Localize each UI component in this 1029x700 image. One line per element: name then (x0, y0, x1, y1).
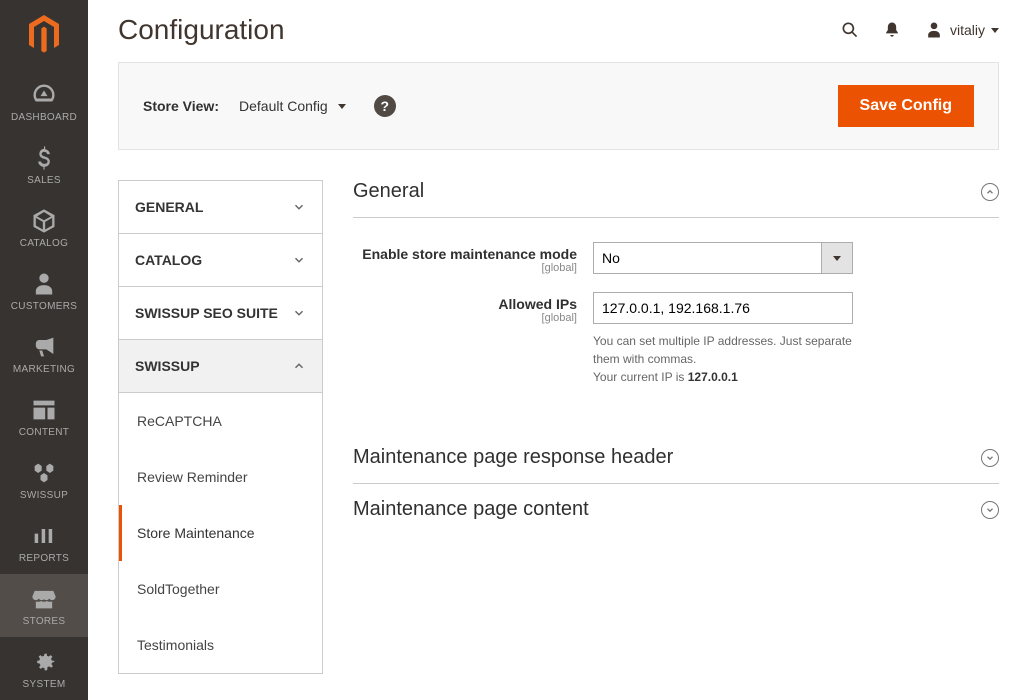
nav-label: SALES (27, 175, 61, 186)
fieldset-title: General (353, 180, 424, 203)
chevron-down-icon (292, 253, 306, 267)
fieldset-general-body: Enable store maintenance mode [global] N… (353, 218, 999, 432)
scope-label: Store View: (143, 98, 219, 114)
nav-label: CATALOG (20, 238, 68, 249)
fieldset-title: Maintenance page content (353, 498, 589, 521)
megaphone-icon (30, 334, 58, 360)
enable-maintenance-label: Enable store maintenance mode (362, 246, 577, 262)
user-menu[interactable]: vitaliy (924, 20, 999, 40)
tab-section-swissup[interactable]: SWISSUP (119, 340, 322, 393)
nav-reports[interactable]: REPORTS (0, 511, 88, 574)
nav-label: CONTENT (19, 427, 69, 438)
bell-icon[interactable] (882, 20, 902, 40)
fieldset-general-head[interactable]: General (353, 180, 999, 218)
bar-chart-icon (30, 523, 58, 549)
user-icon (924, 20, 944, 40)
magento-logo[interactable] (0, 0, 88, 70)
page-title: Configuration (118, 14, 840, 46)
allowed-ips-input[interactable] (593, 292, 853, 324)
sub-item-review-reminder[interactable]: Review Reminder (119, 449, 322, 505)
allowed-ips-label: Allowed IPs (498, 296, 577, 312)
scope-hint: [global] (353, 262, 577, 274)
tab-section-label: SWISSUP SEO SUITE (135, 305, 278, 321)
collapse-up-icon (981, 183, 999, 201)
gear-icon (30, 649, 58, 675)
dashboard-icon (30, 82, 58, 108)
admin-sidebar: DASHBOARD SALES CATALOG CUSTOMERS MARKET… (0, 0, 88, 700)
help-icon[interactable]: ? (374, 95, 396, 117)
nav-label: SYSTEM (23, 679, 66, 690)
fieldset-title: Maintenance page response header (353, 446, 673, 469)
top-bar: Configuration vitaliy (88, 0, 1029, 56)
sub-item-soldtogether[interactable]: SoldTogether (119, 561, 322, 617)
nav-stores[interactable]: STORES (0, 574, 88, 637)
nav-system[interactable]: SYSTEM (0, 637, 88, 700)
form-area: General Enable store maintenance mode [g… (353, 180, 999, 535)
allowed-ips-note: You can set multiple IP addresses. Just … (593, 332, 853, 386)
tab-section-label: SWISSUP (135, 358, 200, 374)
nav-label: DASHBOARD (11, 112, 77, 123)
nav-label: MARKETING (13, 364, 75, 375)
sub-item-recaptcha[interactable]: ReCAPTCHA (119, 393, 322, 449)
collapse-down-icon (981, 449, 999, 467)
dollar-icon (30, 145, 58, 171)
tab-section-catalog[interactable]: CATALOG (119, 234, 322, 287)
nav-marketing[interactable]: MARKETING (0, 322, 88, 385)
chevron-down-icon (292, 200, 306, 214)
scope-value-text: Default Config (239, 98, 328, 114)
person-icon (30, 271, 58, 297)
nav-dashboard[interactable]: DASHBOARD (0, 70, 88, 133)
search-icon[interactable] (840, 20, 860, 40)
collapse-down-icon (981, 501, 999, 519)
magento-logo-icon (26, 15, 62, 55)
nav-customers[interactable]: CUSTOMERS (0, 259, 88, 322)
layout-icon (30, 397, 58, 423)
tab-section-general[interactable]: GENERAL (119, 181, 322, 234)
enable-maintenance-select[interactable]: No (593, 242, 821, 274)
fieldset-page-content-head[interactable]: Maintenance page content (353, 484, 999, 535)
nav-label: SWISSUP (20, 490, 68, 501)
row-allowed-ips: Allowed IPs [global] You can set multipl… (353, 292, 999, 386)
nav-catalog[interactable]: CATALOG (0, 196, 88, 259)
nav-content[interactable]: CONTENT (0, 385, 88, 448)
nav-label: STORES (23, 616, 66, 627)
scope-hint: [global] (353, 312, 577, 324)
tab-section-label: CATALOG (135, 252, 202, 268)
chevron-up-icon (292, 359, 306, 373)
chevron-down-icon (292, 306, 306, 320)
tab-section-seo-suite[interactable]: SWISSUP SEO SUITE (119, 287, 322, 340)
fieldset-response-header-head[interactable]: Maintenance page response header (353, 432, 999, 484)
caret-down-icon (991, 28, 999, 33)
row-enable-maintenance: Enable store maintenance mode [global] N… (353, 242, 999, 274)
scope-toolbar: Store View: Default Config ? Save Config (118, 62, 999, 150)
tab-section-label: GENERAL (135, 199, 203, 215)
sub-item-testimonials[interactable]: Testimonials (119, 617, 322, 673)
save-config-button[interactable]: Save Config (838, 85, 974, 127)
sub-item-store-maintenance[interactable]: Store Maintenance (119, 505, 322, 561)
sub-items: ReCAPTCHA Review Reminder Store Maintena… (119, 393, 322, 673)
nav-label: REPORTS (19, 553, 69, 564)
caret-down-icon (338, 104, 346, 109)
config-tabs: GENERAL CATALOG SWISSUP SEO SUITE SWISSU… (118, 180, 323, 674)
select-arrow-icon[interactable] (821, 242, 853, 274)
user-name: vitaliy (950, 22, 985, 38)
scope-switcher[interactable]: Default Config (239, 98, 346, 114)
hexagons-icon (30, 460, 58, 486)
store-icon (30, 586, 58, 612)
nav-sales[interactable]: SALES (0, 133, 88, 196)
nav-swissup[interactable]: SWISSUP (0, 448, 88, 511)
nav-label: CUSTOMERS (11, 301, 77, 312)
box-icon (30, 208, 58, 234)
